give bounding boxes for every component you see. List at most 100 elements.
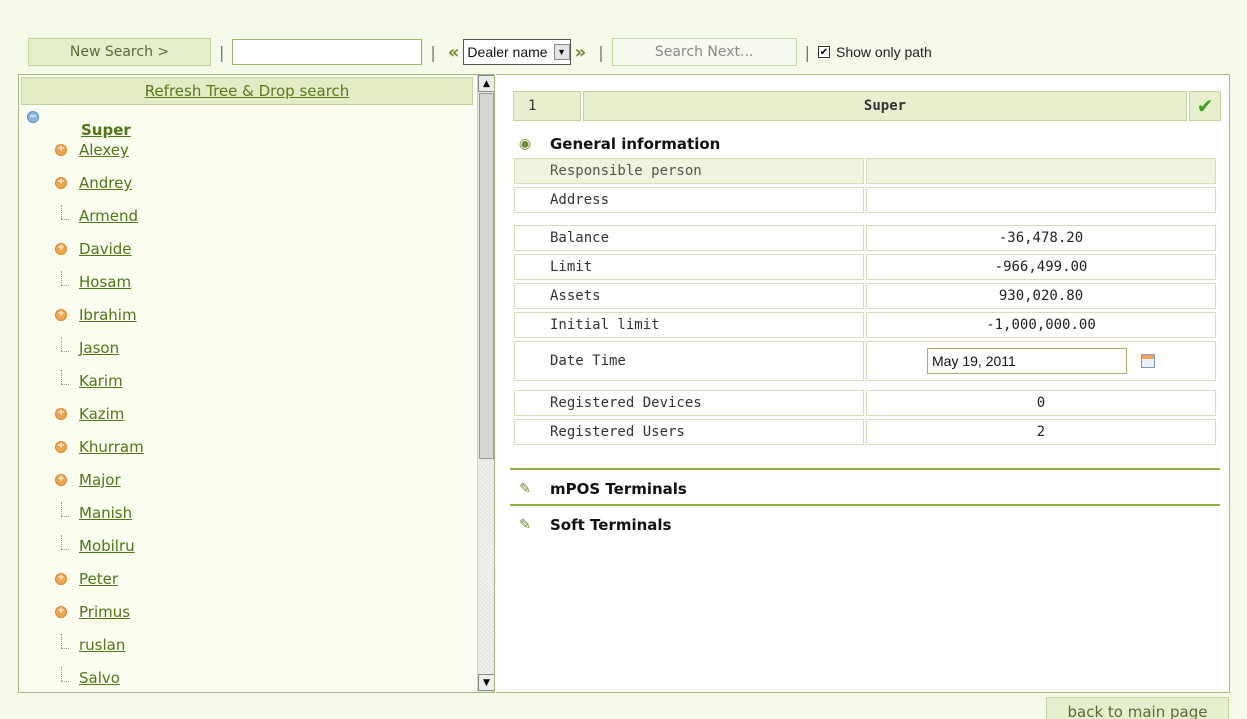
search-input[interactable] [232,39,423,65]
tree-item-label[interactable]: Peter [79,570,118,588]
initial-limit-label: Initial limit [514,312,864,338]
back-to-main-button[interactable]: back to main page [1046,697,1229,719]
search-next-button[interactable]: Search Next... [611,38,797,66]
row-date-time: Date Time May 19, 2011 [514,341,1218,381]
tree-item-label[interactable]: ruslan [79,636,125,654]
date-time-cell: May 19, 2011 [866,341,1216,381]
tree-item-label[interactable]: Salvo [79,669,120,687]
tree-item[interactable]: + Khurram [55,434,455,458]
tree-item[interactable]: + Davide [55,236,455,260]
plus-icon[interactable]: + [55,176,67,189]
tree-item-label[interactable]: Manish [79,504,132,522]
tree-item[interactable]: Karim [55,368,455,392]
scroll-up-icon[interactable]: ▲ [478,75,494,92]
plus-icon[interactable]: + [55,308,67,321]
tree-connector-icon [55,535,69,550]
tree-item[interactable]: Salvo [55,665,455,689]
tree-item[interactable]: Jason [55,335,455,359]
plus-icon[interactable]: + [55,242,67,255]
tree-item[interactable]: + Alexey [55,137,455,161]
tree-item-label[interactable]: Hosam [79,273,131,291]
row-address: Address [514,187,1218,213]
next-match-button[interactable]: » [575,42,587,63]
general-info-header[interactable]: ◉ General information [516,135,720,153]
row-limit: Limit -966,499.00 [514,254,1218,280]
expand-icon: + [55,172,69,189]
tree-item-label[interactable]: Armend [79,207,138,225]
tree-item-label[interactable]: Mobilru [79,537,135,555]
tree-item-label[interactable]: Jason [79,339,119,357]
tree-connector-icon [55,271,69,286]
tree-scrollbar[interactable]: ▲ ▼ [477,75,494,692]
plus-icon[interactable]: + [55,407,67,420]
show-only-path-toggle[interactable]: ✔ Show only path [818,44,932,60]
scroll-track[interactable] [479,461,494,673]
mpos-terminals-title: mPOS Terminals [550,480,687,498]
tree-item-label[interactable]: Karim [79,372,123,390]
tree-item[interactable]: + Andrey [55,170,455,194]
balance-value: -36,478.20 [866,225,1216,251]
tree-connector-icon [55,667,69,682]
tree-item[interactable]: + Major [55,467,455,491]
tree-item[interactable]: Manish [55,500,455,524]
tree-item-label[interactable]: Major [79,471,121,489]
tree-item[interactable]: Mobilru [55,533,455,557]
dealer-id: 1 [513,91,581,121]
tree-item-label[interactable]: Andrey [79,174,132,192]
show-only-path-checkbox[interactable]: ✔ [818,46,830,58]
tree-item-label[interactable]: Ibrahim [79,306,137,324]
checkmark-icon[interactable]: ✔ [1189,91,1221,121]
collapse-icon[interactable]: − [27,111,39,123]
scroll-thumb[interactable] [479,93,494,459]
tree-item[interactable]: + Ibrahim [55,302,455,326]
users-value: 2 [866,419,1216,445]
tree-item[interactable]: Hosam [55,269,455,293]
tree-item-label[interactable]: Khurram [79,438,144,456]
row-assets: Assets 930,020.80 [514,283,1218,309]
assets-value: 930,020.80 [866,283,1216,309]
devices-label: Registered Devices [514,390,864,416]
dealer-name: Super [583,91,1187,121]
responsible-value [866,158,1216,184]
refresh-tree-link[interactable]: Refresh Tree & Drop search [21,77,473,105]
responsible-label: Responsible person [514,158,864,184]
plus-icon[interactable]: + [55,605,67,618]
tree-item[interactable]: + Kazim [55,401,455,425]
date-time-input[interactable]: May 19, 2011 [927,348,1127,374]
balance-label: Balance [514,225,864,251]
soft-terminals-title: Soft Terminals [550,516,672,534]
tree-item-label[interactable]: Kazim [79,405,124,423]
row-initial-limit: Initial limit -1,000,000.00 [514,312,1218,338]
expand-icon: + [55,568,69,585]
filter-select-value: Dealer name [467,44,548,60]
limit-value: -966,499.00 [866,254,1216,280]
tree-item[interactable]: + Primus [55,599,455,623]
expand-icon: + [55,139,69,156]
separator: | [430,42,436,62]
tree-item-label[interactable]: Primus [79,603,130,621]
row-responsible: Responsible person [514,158,1218,184]
calendar-icon[interactable] [1141,354,1155,368]
expand-icon: + [55,238,69,255]
tree-item[interactable]: ruslan [55,632,455,656]
plus-icon[interactable]: + [55,572,67,585]
tree-item[interactable]: + Peter [55,566,455,590]
soft-terminals-header[interactable]: ✎ Soft Terminals [516,516,671,534]
tree-item[interactable]: Armend [55,203,455,227]
new-search-button[interactable]: New Search > [28,38,211,66]
row-balance: Balance -36,478.20 [514,225,1218,251]
general-info-title: General information [550,135,721,153]
tree-connector-icon [55,502,69,517]
eye-icon: ◉ [518,136,532,152]
plus-icon[interactable]: + [55,143,67,156]
scroll-down-icon[interactable]: ▼ [478,674,494,691]
chevron-down-icon[interactable]: ▼ [553,44,570,60]
mpos-terminals-header[interactable]: ✎ mPOS Terminals [516,480,687,498]
prev-match-button[interactable]: « [448,42,460,63]
filter-select[interactable]: Dealer name ▼ [463,39,571,65]
plus-icon[interactable]: + [55,473,67,486]
tree-item-label[interactable]: Davide [79,240,132,258]
address-label: Address [514,187,864,213]
plus-icon[interactable]: + [55,440,67,453]
tree-item-label[interactable]: Alexey [79,141,129,159]
